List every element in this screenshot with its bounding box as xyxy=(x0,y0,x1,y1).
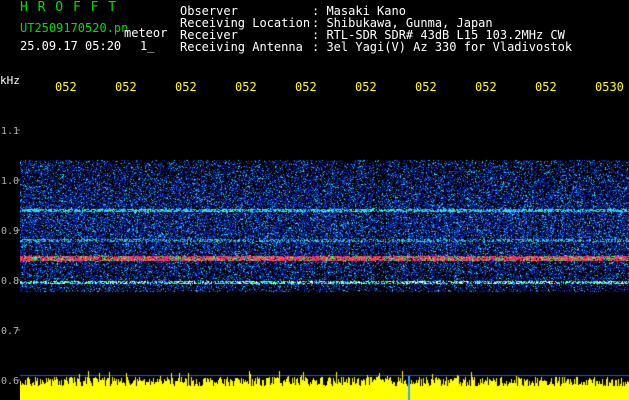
x-tick-label: 052 xyxy=(475,80,497,94)
antenna-label: Receiving Antenna xyxy=(180,40,303,54)
y-tick-label: 1.0 xyxy=(1,176,19,187)
filename: UT2509170520.pn xyxy=(20,21,129,35)
spectrogram xyxy=(20,100,629,400)
header: H R O F F T UT2509170520.pn meteor 25.09… xyxy=(0,0,629,70)
x-tick-label: 052 xyxy=(355,80,377,94)
x-tick-label: 052 xyxy=(415,80,437,94)
x-tick-label: 052 xyxy=(235,80,257,94)
x-tick-label: 052 xyxy=(175,80,197,94)
y-tick-label: 0.9 xyxy=(1,226,19,237)
x-tick-label: 052 xyxy=(295,80,317,94)
y-tick-label: 0.7 xyxy=(1,326,19,337)
marker: 1_ xyxy=(140,39,155,53)
x-tick-label: 0530 xyxy=(595,80,624,94)
hrofft-title: H R O F F T xyxy=(20,0,118,15)
datetime: 25.09.17 05:20 xyxy=(20,39,122,53)
y-tick-label: 1.1 xyxy=(1,126,19,137)
x-tick-label: 052 xyxy=(535,80,557,94)
filename-suffix: meteor xyxy=(124,26,168,40)
antenna-value: : 3el Yagi(V) Az 330 for Vladivostok xyxy=(312,40,573,54)
unit-label: kHz xyxy=(0,74,20,87)
x-tick-label: 052 xyxy=(55,80,77,94)
y-tick-label: 0.8 xyxy=(1,276,19,287)
x-tick-label: 052 xyxy=(115,80,137,94)
y-tick-label: 0.6 xyxy=(1,376,19,387)
